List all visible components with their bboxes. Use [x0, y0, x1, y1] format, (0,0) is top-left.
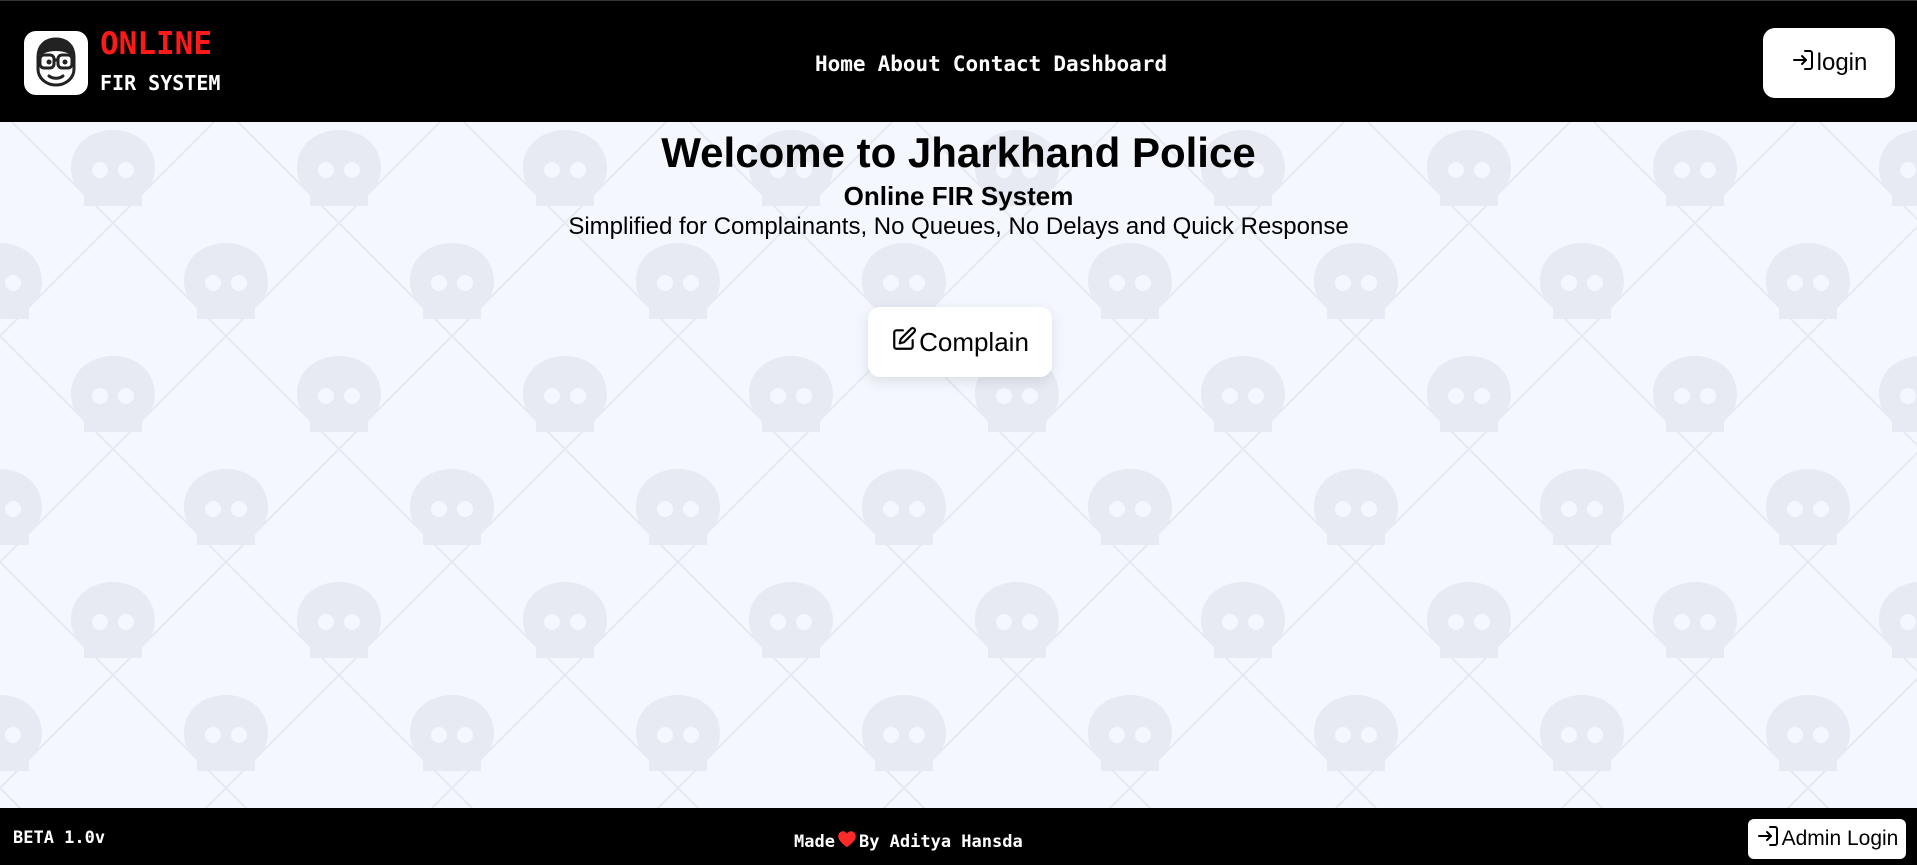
heart-icon	[837, 830, 857, 853]
main-nav: Home About Contact Dashboard	[815, 51, 1167, 77]
login-label: login	[1816, 49, 1868, 76]
credits: Made By Aditya Hansda	[794, 830, 1023, 853]
nav-dashboard[interactable]: Dashboard	[1053, 51, 1167, 77]
nerd-face-icon	[28, 33, 84, 94]
footer: BETA 1.0v Made By Aditya Hansda Admin Lo…	[0, 808, 1917, 865]
top-navbar: ONLINE FIR SYSTEM Home About Contact Das…	[0, 0, 1917, 122]
edit-square-icon	[891, 326, 917, 359]
nav-contact[interactable]: Contact	[953, 51, 1042, 77]
complain-label: Complain	[919, 326, 1029, 357]
brand-title: ONLINE	[100, 26, 212, 62]
hero-section: Welcome to Jharkhand Police Online FIR S…	[0, 128, 1917, 242]
sign-in-icon	[1756, 824, 1780, 854]
logo[interactable]	[24, 31, 88, 95]
tagline: Simplified for Complainants, No Queues, …	[568, 213, 1349, 240]
nav-home[interactable]: Home	[815, 51, 866, 77]
admin-login-button[interactable]: Admin Login	[1748, 819, 1906, 859]
admin-login-label: Admin Login	[1781, 827, 1899, 850]
nav-about[interactable]: About	[878, 51, 941, 77]
complain-button[interactable]: Complain	[868, 307, 1052, 377]
brand-subtitle: FIR SYSTEM	[100, 71, 221, 95]
page-title: Welcome to Jharkhand Police	[661, 129, 1256, 176]
login-button[interactable]: login	[1763, 28, 1895, 98]
credits-prefix: Made	[794, 831, 835, 852]
credits-suffix: By Aditya Hansda	[858, 831, 1023, 852]
version-label: BETA 1.0v	[13, 828, 106, 848]
sign-in-icon	[1791, 48, 1815, 79]
page-subtitle: Online FIR System	[843, 181, 1074, 211]
